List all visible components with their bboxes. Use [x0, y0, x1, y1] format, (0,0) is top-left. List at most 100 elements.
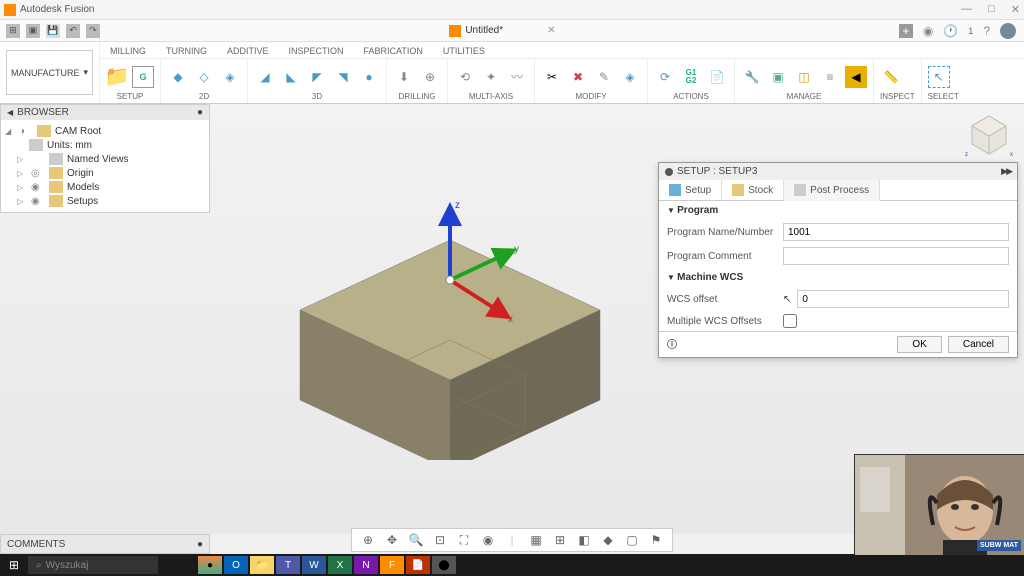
tab-post-process[interactable]: Post Process [784, 180, 880, 201]
display-settings-icon[interactable]: ▦ [528, 532, 544, 548]
minimize-button[interactable]: — [961, 3, 972, 16]
delete-passes-icon[interactable]: ✖ [567, 66, 589, 88]
tree-units[interactable]: Units: mm [3, 138, 207, 152]
selection-icon[interactable]: ⚑ [648, 532, 664, 548]
browser-header[interactable]: ◀ BROWSER ● [1, 105, 209, 120]
comments-bar[interactable]: COMMENTS ● [0, 534, 210, 554]
tool-library-icon[interactable]: 🔧 [741, 66, 763, 88]
panel-collapse-icon[interactable]: ▶▶ [1001, 166, 1011, 177]
app-explorer[interactable]: 📁 [250, 556, 274, 574]
visual-style-icon[interactable]: ◆ [600, 532, 616, 548]
adaptive-icon[interactable]: ◢ [254, 66, 276, 88]
taskbar-search[interactable]: ⌕ Wyszukaj [28, 556, 158, 574]
maximize-button[interactable]: □ [988, 3, 995, 16]
generate-icon[interactable]: ⟳ [654, 66, 676, 88]
pocket-icon[interactable]: ◈ [219, 66, 241, 88]
task-manager-icon[interactable]: ≡ [819, 66, 841, 88]
template-icon[interactable]: ◫ [793, 66, 815, 88]
machine-library-icon[interactable]: ▣ [767, 66, 789, 88]
new-tab-icon[interactable]: + [899, 24, 913, 38]
tab-utilities[interactable]: UTILITIES [443, 46, 485, 56]
multi-wcs-checkbox[interactable] [783, 314, 797, 328]
contour2d-icon[interactable]: ◇ [193, 66, 215, 88]
notif-icon[interactable]: 🕐 [943, 24, 958, 38]
app-excel[interactable]: X [328, 556, 352, 574]
app-onenote[interactable]: N [354, 556, 378, 574]
help-icon[interactable]: ? [983, 24, 990, 38]
ok-button[interactable]: OK [897, 336, 941, 353]
fit-icon[interactable]: ⛶ [456, 532, 472, 548]
section-program[interactable]: Program [659, 201, 1017, 220]
undo-icon[interactable]: ↶ [66, 24, 80, 38]
tab-stock[interactable]: Stock [722, 180, 784, 200]
app-outlook[interactable]: O [224, 556, 248, 574]
toolpath-trim-icon[interactable]: ✂ [541, 66, 563, 88]
tree-root[interactable]: ◢◑CAM Root [3, 124, 207, 138]
postprocess-icon[interactable]: G1G2 [680, 66, 702, 88]
section-machine-wcs[interactable]: Machine WCS [659, 268, 1017, 287]
ramp-icon[interactable]: ◥ [332, 66, 354, 88]
app-fusion[interactable]: F [380, 556, 404, 574]
swarf-icon[interactable]: ⟲ [454, 66, 476, 88]
start-button[interactable]: ⊞ [0, 554, 28, 576]
tab-additive[interactable]: ADDITIVE [227, 46, 269, 56]
horizontal-icon[interactable]: ● [358, 66, 380, 88]
contour3d-icon[interactable]: ◤ [306, 66, 328, 88]
info-icon[interactable]: ⓘ [667, 336, 677, 353]
app-chrome[interactable]: ● [198, 556, 222, 574]
tree-named-views[interactable]: ▷Named Views [3, 152, 207, 166]
compare-icon[interactable]: ◈ [619, 66, 641, 88]
zoom-icon[interactable]: 🔍 [408, 532, 424, 548]
program-comment-input[interactable] [783, 247, 1009, 265]
multiaxis-icon[interactable]: ✦ [480, 66, 502, 88]
tree-setups[interactable]: ▷◉Setups [3, 194, 207, 208]
wcs-offset-input[interactable] [797, 290, 1009, 308]
cancel-button[interactable]: Cancel [948, 336, 1009, 353]
tree-origin[interactable]: ▷◎Origin [3, 166, 207, 180]
select-icon[interactable]: ↖ [928, 66, 950, 88]
setup-icon[interactable]: 📁 [106, 66, 128, 88]
tab-fabrication[interactable]: FABRICATION [364, 46, 423, 56]
zoom-window-icon[interactable]: ⊡ [432, 532, 448, 548]
flow-icon[interactable]: 〰 [506, 66, 528, 88]
ncprogram-icon[interactable]: G [132, 66, 154, 88]
extensions-icon[interactable]: ◉ [923, 24, 933, 38]
redo-icon[interactable]: ↷ [86, 24, 100, 38]
program-name-input[interactable] [783, 223, 1009, 241]
app-teams[interactable]: T [276, 556, 300, 574]
browser-pin-icon[interactable]: ● [197, 107, 203, 118]
file-icon[interactable]: ▣ [26, 24, 40, 38]
panel-header[interactable]: SETUP : SETUP3 ▶▶ [659, 163, 1017, 180]
app-pdf[interactable]: 📄 [406, 556, 430, 574]
drill-icon[interactable]: ⬇ [393, 66, 415, 88]
viewcube[interactable]: z x [964, 108, 1014, 158]
panel-pin-icon[interactable] [665, 168, 673, 176]
save-icon[interactable]: 💾 [46, 24, 60, 38]
grid-settings-icon[interactable]: ⊞ [552, 532, 568, 548]
tab-turning[interactable]: TURNING [166, 46, 207, 56]
app-word[interactable]: W [302, 556, 326, 574]
document-tab[interactable]: Untitled* ✕ [449, 25, 555, 37]
workspace-switcher[interactable]: MANUFACTURE ▾ [0, 42, 100, 103]
user-avatar[interactable] [1000, 23, 1016, 39]
tab-inspection[interactable]: INSPECTION [289, 46, 344, 56]
orbit-icon[interactable]: ⊕ [360, 532, 376, 548]
grid-icon[interactable]: ⊞ [6, 24, 20, 38]
viewports-icon[interactable]: ◧ [576, 532, 592, 548]
model-3d[interactable]: z y x [280, 180, 620, 460]
tab-close-icon[interactable]: ✕ [547, 25, 555, 36]
parallel-icon[interactable]: ◣ [280, 66, 302, 88]
app-other[interactable]: ⬤ [432, 556, 456, 574]
measure-icon[interactable]: 📏 [880, 66, 902, 88]
tab-setup[interactable]: Setup [659, 180, 722, 200]
setup-sheet-icon[interactable]: 📄 [706, 66, 728, 88]
face-icon[interactable]: ◆ [167, 66, 189, 88]
lookat-icon[interactable]: ◉ [480, 532, 496, 548]
edit-icon[interactable]: ✎ [593, 66, 615, 88]
addins-icon[interactable]: ◀ [845, 66, 867, 88]
comments-pin-icon[interactable]: ● [197, 539, 203, 550]
close-button[interactable]: ✕ [1011, 3, 1020, 16]
tree-models[interactable]: ▷◉Models [3, 180, 207, 194]
holerecognition-icon[interactable]: ⊕ [419, 66, 441, 88]
tab-milling[interactable]: MILLING [110, 46, 146, 56]
